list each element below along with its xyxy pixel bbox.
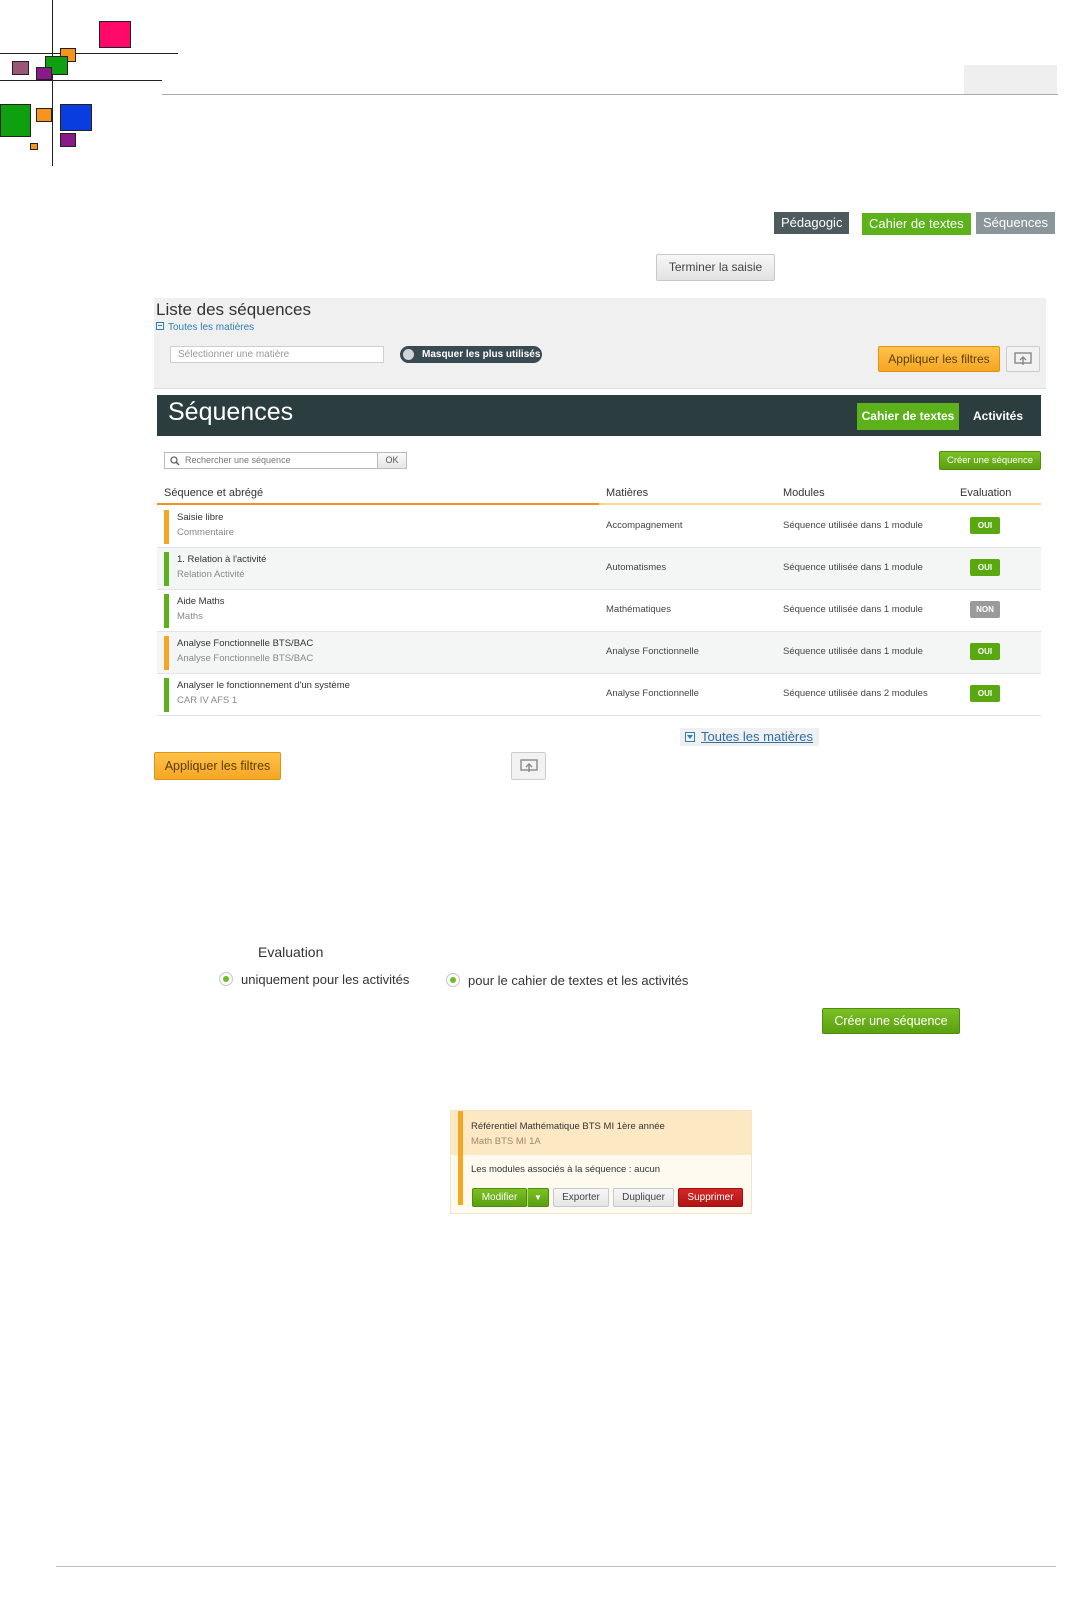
table-row[interactable]: Analyser le fonctionnement d'un système …	[157, 674, 1041, 716]
col-header-evaluation[interactable]: Evaluation	[960, 487, 1011, 499]
row-matiere: Mathématiques	[606, 604, 671, 615]
col-header-modules[interactable]: Modules	[783, 487, 825, 499]
row-matiere: Analyse Fonctionnelle	[606, 646, 699, 657]
table-row[interactable]: Aide Maths Maths Mathématiques Séquence …	[157, 590, 1041, 632]
row-evaluation-badge: NON	[970, 601, 1000, 618]
filter-panel-title: Liste des séquences	[156, 300, 311, 319]
toggle-all-matieres[interactable]: Toutes les matières	[156, 322, 254, 333]
upload-button-bottom[interactable]	[511, 752, 546, 780]
supprimer-button[interactable]: Supprimer	[678, 1188, 743, 1207]
row-status-bar	[164, 552, 169, 586]
row-status-bar	[164, 636, 169, 670]
expand-icon	[685, 732, 695, 742]
dupliquer-button[interactable]: Dupliquer	[613, 1188, 674, 1207]
upload-button[interactable]	[1006, 346, 1040, 372]
row-evaluation-badge: OUI	[970, 685, 1000, 702]
modifier-button[interactable]: Modifier	[472, 1188, 527, 1207]
chevron-down-icon: ▼	[534, 1193, 542, 1202]
radio-cahier-et-activites[interactable]	[446, 973, 460, 987]
tag-sequences[interactable]: Séquences	[976, 212, 1056, 234]
row-status-bar	[164, 678, 169, 712]
modifier-dropdown-button[interactable]: ▼	[527, 1188, 549, 1207]
footer-rule	[56, 1566, 1056, 1567]
row-sequence-short: Analyse Fonctionnelle BTS/BAC	[177, 653, 314, 664]
row-matiere: Accompagnement	[606, 520, 683, 531]
detail-title: Référentiel Mathématique BTS MI 1ère ann…	[471, 1121, 665, 1132]
toutes-les-matieres-label: Toutes les matières	[701, 729, 813, 744]
row-sequence-short: CAR IV AFS 1	[177, 695, 238, 706]
row-sequence-short: Commentaire	[177, 527, 235, 538]
row-sequence-short: Maths	[177, 611, 203, 622]
apply-filters-button-bottom[interactable]: Appliquer les filtres	[154, 752, 281, 780]
tag-cahier-de-textes[interactable]: Cahier de textes	[862, 213, 971, 235]
evaluation-title: Evaluation	[258, 944, 324, 960]
row-modules: Séquence utilisée dans 2 modules	[783, 688, 928, 699]
toggle-all-matieres-label: Toutes les matières	[168, 322, 255, 333]
detail-short: Math BTS MI 1A	[471, 1136, 541, 1147]
row-sequence-name: 1. Relation à l'activité	[177, 554, 267, 565]
tag-pedagogic[interactable]: Pédagogic	[774, 212, 850, 234]
sequence-search-input[interactable]: Rechercher une séquence	[164, 452, 378, 469]
sequence-search: Rechercher une séquence OK	[164, 452, 407, 469]
toutes-les-matieres-link[interactable]: Toutes les matières	[680, 728, 819, 746]
detail-header	[451, 1111, 751, 1155]
search-icon	[170, 456, 180, 466]
row-matiere: Analyse Fonctionnelle	[606, 688, 699, 699]
sequences-header: Séquences Cahier de textes Activités	[157, 395, 1041, 436]
sequence-detail-card: Référentiel Mathématique BTS MI 1ère ann…	[450, 1110, 752, 1214]
sequences-title: Séquences	[168, 398, 294, 426]
table-row[interactable]: Analyse Fonctionnelle BTS/BAC Analyse Fo…	[157, 632, 1041, 674]
row-sequence-name: Analyse Fonctionnelle BTS/BAC	[177, 638, 314, 649]
filter-panel: Liste des séquences Toutes les matières …	[154, 298, 1046, 389]
header-rule-orange	[157, 503, 599, 505]
row-modules: Séquence utilisée dans 1 module	[783, 646, 923, 657]
logo	[0, 0, 180, 170]
row-evaluation-badge: OUI	[970, 517, 1000, 534]
row-status-bar	[164, 510, 169, 544]
col-header-matieres[interactable]: Matières	[606, 487, 648, 499]
row-evaluation-badge: OUI	[970, 643, 1000, 660]
exporter-button[interactable]: Exporter	[553, 1188, 609, 1207]
apply-filters-button[interactable]: Appliquer les filtres	[878, 346, 1000, 372]
create-sequence-button-small[interactable]: Créer une séquence	[939, 451, 1041, 470]
upload-icon	[519, 759, 538, 772]
radio-activites-only[interactable]	[219, 972, 233, 986]
row-evaluation-badge: OUI	[970, 559, 1000, 576]
radio-activites-only-label[interactable]: uniquement pour les activités	[241, 972, 409, 987]
toggle-knob	[403, 349, 414, 360]
upload-icon	[1014, 352, 1032, 365]
radio-cahier-et-activites-label[interactable]: pour le cahier de textes et les activité…	[468, 973, 688, 988]
header-corner-box	[964, 65, 1057, 94]
toggle-label: Masquer les plus utilisés	[422, 349, 541, 360]
header-rule-yellow	[599, 503, 1041, 505]
table-row[interactable]: 1. Relation à l'activité Relation Activi…	[157, 548, 1041, 590]
search-placeholder: Rechercher une séquence	[185, 455, 291, 465]
row-sequence-name: Aide Maths	[177, 596, 225, 607]
create-sequence-button[interactable]: Créer une séquence	[822, 1008, 960, 1034]
search-ok-button[interactable]: OK	[378, 452, 407, 469]
table-row[interactable]: Saisie libre Commentaire Accompagnement …	[157, 506, 1041, 548]
row-matiere: Automatismes	[606, 562, 667, 573]
matiere-select-input[interactable]: Sélectionner une matière	[170, 346, 384, 363]
col-header-sequence[interactable]: Séquence et abrégé	[164, 487, 263, 499]
detail-status-bar	[458, 1111, 463, 1205]
row-sequence-name: Analyser le fonctionnement d'un système	[177, 680, 350, 691]
tab-cahier-de-textes[interactable]: Cahier de textes	[857, 403, 959, 430]
detail-modules-text: Les modules associés à la séquence : auc…	[471, 1164, 661, 1175]
tab-activites[interactable]: Activités	[971, 403, 1025, 430]
row-sequence-name: Saisie libre	[177, 512, 224, 523]
collapse-icon	[156, 322, 164, 330]
row-modules: Séquence utilisée dans 1 module	[783, 520, 923, 531]
row-modules: Séquence utilisée dans 1 module	[783, 604, 923, 615]
row-status-bar	[164, 594, 169, 628]
header-rule	[162, 94, 1058, 95]
row-sequence-short: Relation Activité	[177, 569, 245, 580]
matiere-placeholder: Sélectionner une matière	[178, 349, 290, 360]
terminer-saisie-button[interactable]: Terminer la saisie	[656, 254, 775, 281]
row-modules: Séquence utilisée dans 1 module	[783, 562, 923, 573]
masquer-plus-utilises-toggle[interactable]: Masquer les plus utilisés	[400, 346, 542, 363]
